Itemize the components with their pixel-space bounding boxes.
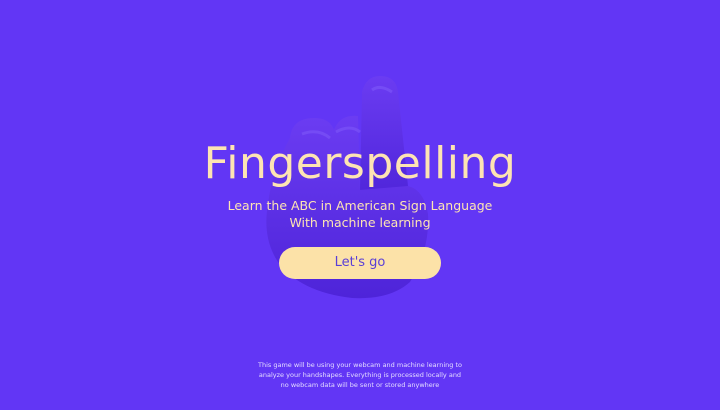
subtitle-line-2: With machine learning [289, 215, 431, 230]
disclaimer-line-3: no webcam data will be sent or stored an… [280, 381, 440, 389]
page-title: Fingerspelling [203, 138, 517, 189]
privacy-disclaimer: This game will be using your webcam and … [0, 360, 720, 390]
disclaimer-line-2: analyze your handshapes. Everything is p… [258, 371, 462, 379]
subtitle: Learn the ABC in American Sign Language … [0, 197, 720, 231]
subtitle-line-1: Learn the ABC in American Sign Language [227, 198, 493, 213]
disclaimer-line-1: This game will be using your webcam and … [258, 361, 462, 369]
lets-go-button[interactable]: Let's go [279, 247, 441, 279]
